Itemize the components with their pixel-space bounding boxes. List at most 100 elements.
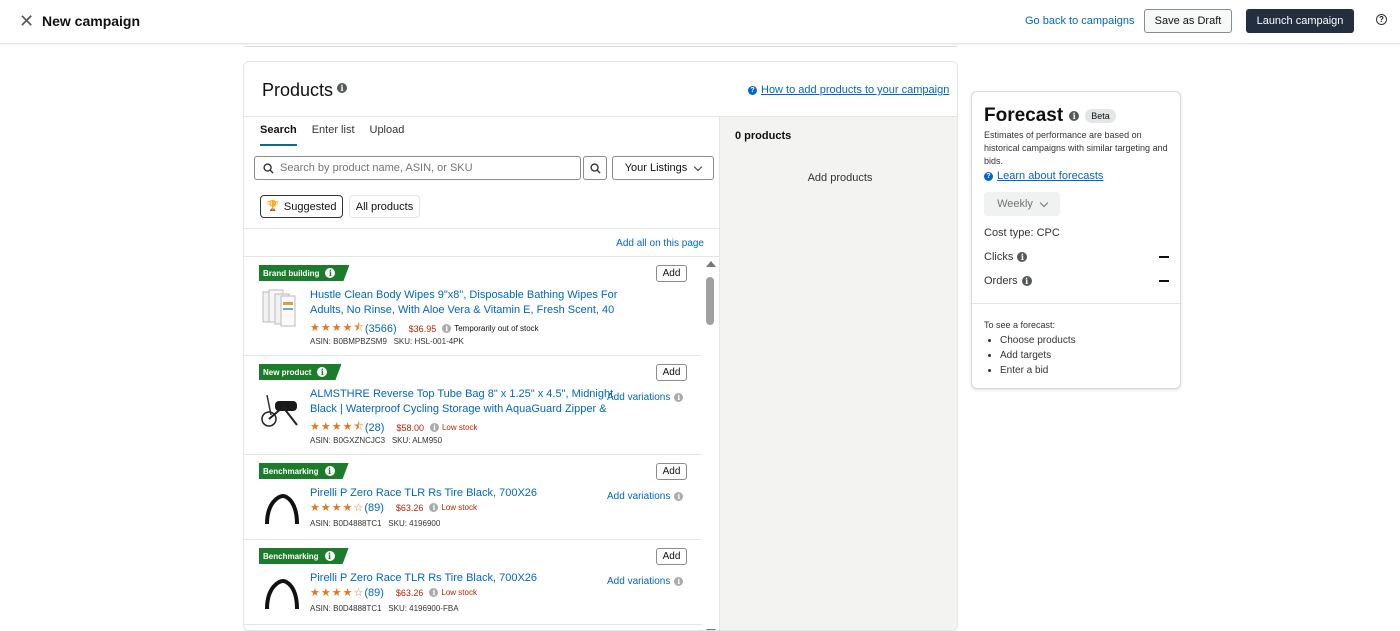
close-icon[interactable]: ✕ [19,12,34,30]
see-forecast-heading: To see a forecast: [984,320,1056,330]
add-product-button[interactable]: Add [656,265,687,282]
stock-label: Low stock [441,423,478,432]
product-title-link[interactable]: ALMSTHRE Reverse Top Tube Bag 8" x 1.25"… [310,387,640,417]
info-icon[interactable]: i [325,466,335,476]
product-ids: ASIN: B0GXZNCJC3 SKU: ALM950 [310,436,442,445]
dash-icon [1159,256,1169,258]
launch-campaign-button[interactable]: Launch campaign [1246,9,1354,33]
info-icon[interactable]: i [325,268,335,278]
beta-badge: Beta [1085,109,1116,123]
stock-status: i Low stock [429,503,477,512]
info-icon[interactable]: i [337,83,347,93]
top-bar: ✕ New campaign Go back to campaigns Save… [0,0,1400,44]
product-thumbnail[interactable] [261,385,301,430]
search-input[interactable] [280,162,570,174]
chevron-down-icon [694,162,703,171]
product-title-link[interactable]: Hustle Clean Body Wipes 9"x8", Disposabl… [310,288,640,318]
scroll-up-arrow[interactable] [706,261,716,267]
listings-dropdown[interactable]: Your Listings [612,156,714,180]
sku: SKU: 4196900-FBA [388,604,459,613]
page-title: New campaign [42,13,141,29]
add-variations-link[interactable]: Add variations i [607,576,684,587]
add-variations-link[interactable]: Add variations i [607,392,684,403]
review-count[interactable]: (89) [364,502,384,514]
product-ids: ASIN: B0D4888TC1 SKU: 4196900 [310,519,440,528]
list-item: Choose products [1000,333,1076,348]
review-count[interactable]: (89) [364,587,384,599]
product-price: $63.26 [395,587,424,598]
scroll-thumb[interactable] [706,277,714,325]
stock-status: i Temporarily out of stock [442,324,539,333]
product-ids: ASIN: B0BMPBZSM9 SKU: HSL-001-4PK [310,337,464,346]
search-button[interactable] [583,156,607,180]
list-scrollbar[interactable] [702,257,718,630]
products-card: Products i ? How to add products to your… [243,61,958,631]
filter-all-products[interactable]: All products [349,195,420,218]
product-thumbnail[interactable] [261,569,301,614]
product-row: Benchmarking i Add Pirelli P Zero Race TL… [244,455,702,540]
divider [972,303,1180,304]
info-icon[interactable]: i [325,551,335,561]
rating-stars: ★★★★☆ [310,502,365,514]
learn-forecasts-link[interactable]: ? Learn about forecasts [984,170,1103,182]
review-count[interactable]: (28) [365,422,385,434]
badge-label: Benchmarking [263,466,319,476]
product-meta: ★★★★☆ (89) $63.26 i Low stock [310,501,477,515]
add-variations-label: Add variations [607,392,671,403]
product-thumbnail[interactable] [261,484,301,529]
list-item: Enter a bid [1000,363,1076,378]
rating-stars: ★★★★⯪ [310,322,365,334]
forecast-title: Forecast i Beta [984,105,1116,127]
tab-search[interactable]: Search [260,124,297,146]
add-product-button[interactable]: Add [656,364,687,381]
info-icon[interactable]: i [1017,252,1028,262]
dash-icon [1159,280,1169,282]
help-circle-icon: ? [984,171,993,181]
add-variations-link[interactable]: Add variations i [607,491,684,502]
product-price: $63.26 [395,502,424,513]
rating-stars: ★★★★⯪ [310,421,365,433]
tab-upload[interactable]: Upload [370,124,405,146]
info-icon[interactable]: i [317,367,327,377]
orders-label: Orders [984,275,1018,287]
filter-suggested[interactable]: 🏆 Suggested [260,195,343,218]
info-icon[interactable]: i [1021,276,1032,286]
add-all-link[interactable]: Add all on this page [616,238,704,249]
add-variations-label: Add variations [607,491,671,502]
tab-enter-list[interactable]: Enter list [312,124,355,146]
divider [244,228,719,229]
product-ids: ASIN: B0D4888TC1 SKU: 4196900-FBA [310,604,459,613]
listings-dropdown-label: Your Listings [624,162,688,174]
info-icon: i [674,577,684,586]
info-icon: i [429,423,439,432]
product-thumbnail[interactable] [261,286,301,331]
badge-label: Brand building [263,268,320,278]
product-row: Benchmarking i Add Pirelli P Zero Race TL… [244,540,702,625]
period-dropdown[interactable]: Weekly [984,192,1060,216]
sku: SKU: 4196900 [388,519,441,528]
info-icon[interactable]: i [1069,111,1080,121]
product-price: $58.00 [396,422,424,433]
cost-type: Cost type: CPC [984,227,1169,239]
product-title-link[interactable]: Pirelli P Zero Race TLR Rs Tire Black, 7… [310,571,640,586]
product-list: Brand building i Add Hustle Clean Body Wi… [244,257,702,630]
product-row: New product i Add ALMSTHRE Reverse Top Tu… [244,356,702,455]
add-product-button[interactable]: Add [656,463,687,480]
save-draft-button[interactable]: Save as Draft [1144,9,1232,33]
help-icon[interactable]: ? [1376,14,1387,25]
howto-link[interactable]: ? How to add products to your campaign [748,84,949,96]
help-circle-icon: ? [748,85,757,95]
product-title-link[interactable]: Pirelli P Zero Race TLR Rs Tire Black, 7… [310,486,640,501]
product-badge: New product i [259,364,341,380]
rating-stars: ★★★★☆ [310,587,365,599]
back-to-campaigns-link[interactable]: Go back to campaigns [1025,15,1134,27]
info-icon: i [674,492,684,501]
review-count[interactable]: (3566) [365,323,397,335]
clicks-label: Clicks [984,251,1014,263]
info-icon: i [429,588,439,597]
asin: ASIN: B0BMPBZSM9 [310,337,387,346]
asin: ASIN: B0GXZNCJC3 [310,436,386,445]
cost-type-label: Cost type: CPC [984,227,1060,239]
add-product-button[interactable]: Add [656,548,687,565]
product-price: $36.95 [408,323,437,334]
